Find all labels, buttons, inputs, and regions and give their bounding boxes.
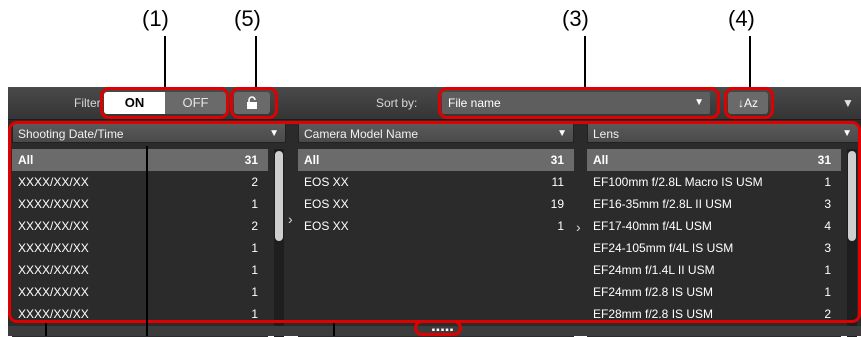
callout-line-bottom bbox=[333, 323, 335, 336]
callout-line-bottom bbox=[146, 146, 148, 336]
filter-label: Filter bbox=[74, 96, 101, 110]
callout-box-6 bbox=[414, 320, 462, 336]
callout-box-3 bbox=[438, 87, 720, 119]
callout-line-4 bbox=[749, 36, 751, 88]
panel-menu-icon[interactable]: ▼ bbox=[842, 96, 854, 110]
callout-label-4: (4) bbox=[728, 6, 755, 31]
callout-label-1: (1) bbox=[142, 6, 169, 31]
callout-line-5 bbox=[255, 36, 257, 88]
callout-box-2 bbox=[8, 121, 861, 323]
callout-line-3 bbox=[584, 36, 586, 88]
callout-line-1 bbox=[164, 36, 166, 88]
callout-line-bottom bbox=[45, 323, 47, 336]
callout-label-3: (3) bbox=[562, 6, 589, 31]
callout-box-5 bbox=[230, 87, 278, 119]
callout-box-4 bbox=[724, 87, 774, 119]
callout-box-1 bbox=[100, 87, 229, 119]
callout-label-5: (5) bbox=[234, 6, 261, 31]
sort-by-label: Sort by: bbox=[376, 96, 418, 110]
